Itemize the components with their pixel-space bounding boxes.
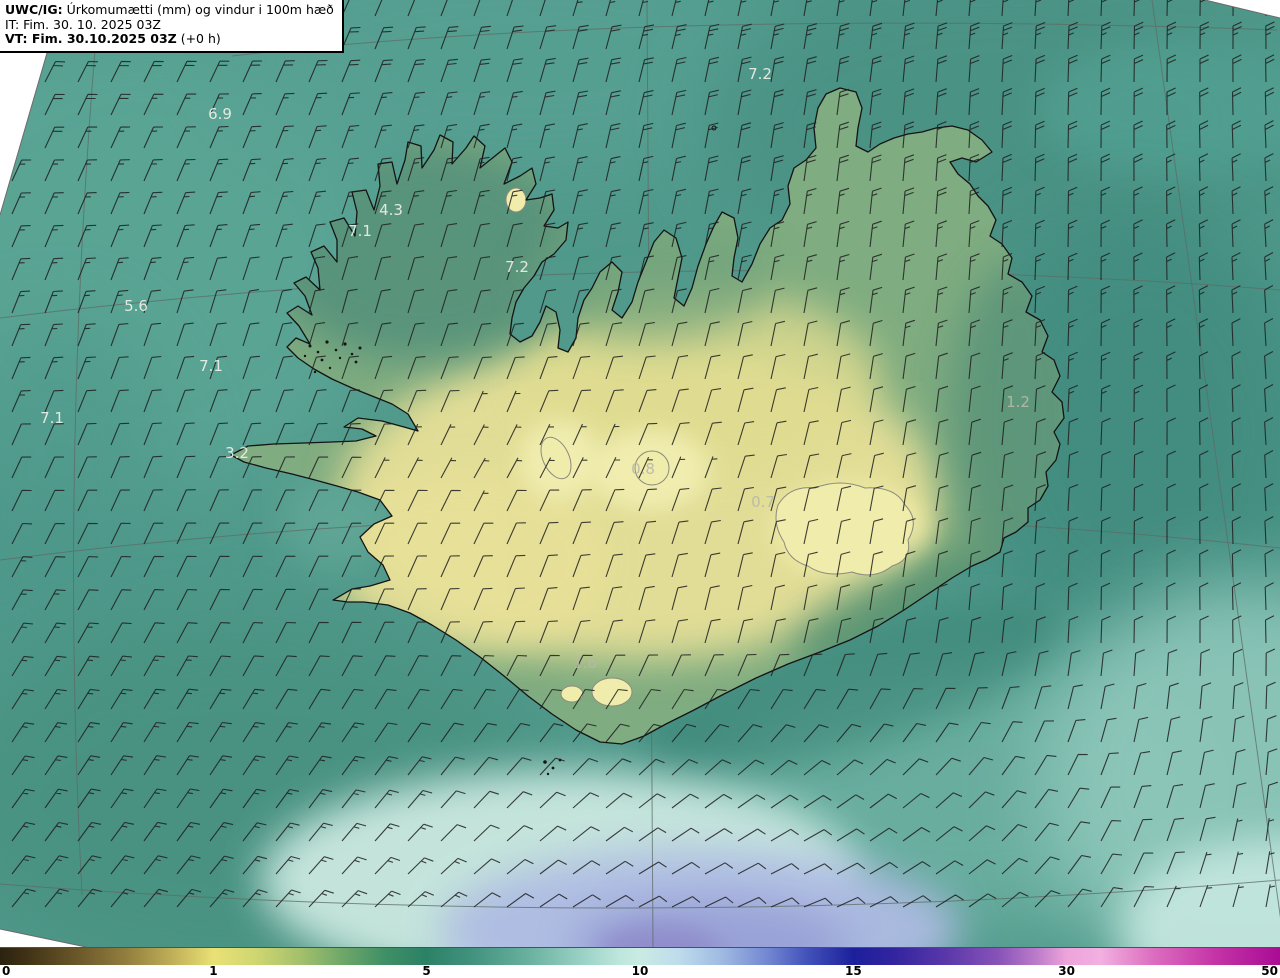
colorbar-tick-label: 15 — [845, 964, 862, 978]
colorbar-tick-label: 1 — [209, 964, 218, 978]
precip-extreme-label: 1.2 — [1006, 393, 1030, 411]
weather-map-app: 6.9 7.2 4.3 7.1 7.2 5.6 7.1 1.2 7.1 3.2 0.8 0.7 1.6 … — [0, 0, 1280, 978]
valid-time-offset: (+0 h) — [176, 31, 221, 46]
precip-extreme-label: 7.1 — [40, 409, 64, 427]
precip-extreme-label: 5.6 — [124, 297, 148, 315]
precip-extreme-label: 6.9 — [208, 105, 232, 123]
colorbar-gradient — [0, 948, 1280, 965]
colorbar-tick-label: 50 — [1261, 964, 1278, 978]
precip-extreme-label: 7.2 — [748, 65, 772, 83]
colorbar-tick-label: 0 — [2, 964, 11, 978]
map-canvas: 6.9 7.2 4.3 7.1 7.2 5.6 7.1 1.2 7.1 3.2 0.8 0.7 1.6 — [0, 0, 1280, 948]
myrdalsjokull-glacier — [591, 677, 633, 707]
vatnajokull-glacier — [775, 482, 914, 576]
eyjafjallajokull-glacier — [560, 685, 584, 703]
precip-extreme-label: 4.3 — [379, 201, 403, 219]
precip-extreme-label: 7.2 — [505, 258, 529, 276]
valid-time-main: VT: Fim. 30.10.2025 03Z — [5, 31, 177, 46]
precip-extreme-label: 1.6 — [573, 654, 597, 672]
precipitation-wind-map: 6.9 7.2 4.3 7.1 7.2 5.6 7.1 1.2 7.1 3.2 0.8 0.7 1.6 — [0, 0, 1280, 948]
product-code: UWC/IG: — [5, 2, 63, 17]
colorbar-tick-labels: 0 1 5 10 15 30 50 — [0, 964, 1280, 978]
colorbar-tick-label: 10 — [631, 964, 649, 978]
colorbar-tick-label: 5 — [422, 964, 431, 978]
map-title-box: UWC/IG: Úrkomumætti (mm) og vindur i 100… — [0, 0, 344, 53]
init-time: IT: Fim. 30. 10. 2025 03Z — [5, 16, 161, 32]
precip-extreme-label: 7.1 — [348, 222, 372, 240]
colorbar-tick-label: 30 — [1058, 964, 1075, 978]
precip-extreme-label: 0.7 — [751, 493, 775, 511]
product-subtitle: Úrkomumætti (mm) og vindur i 100m hæð — [62, 2, 334, 17]
valid-time: VT: Fim. 30.10.2025 03Z (+0 h) — [5, 31, 334, 47]
map-product-title: UWC/IG: Úrkomumætti (mm) og vindur i 100… — [5, 2, 334, 18]
precip-extreme-label: 7.1 — [199, 357, 223, 375]
precip-extreme-label: 3.2 — [225, 444, 249, 462]
precip-extreme-label: 0.8 — [631, 460, 655, 478]
colorbar: 0 1 5 10 15 30 50 — [0, 947, 1280, 978]
